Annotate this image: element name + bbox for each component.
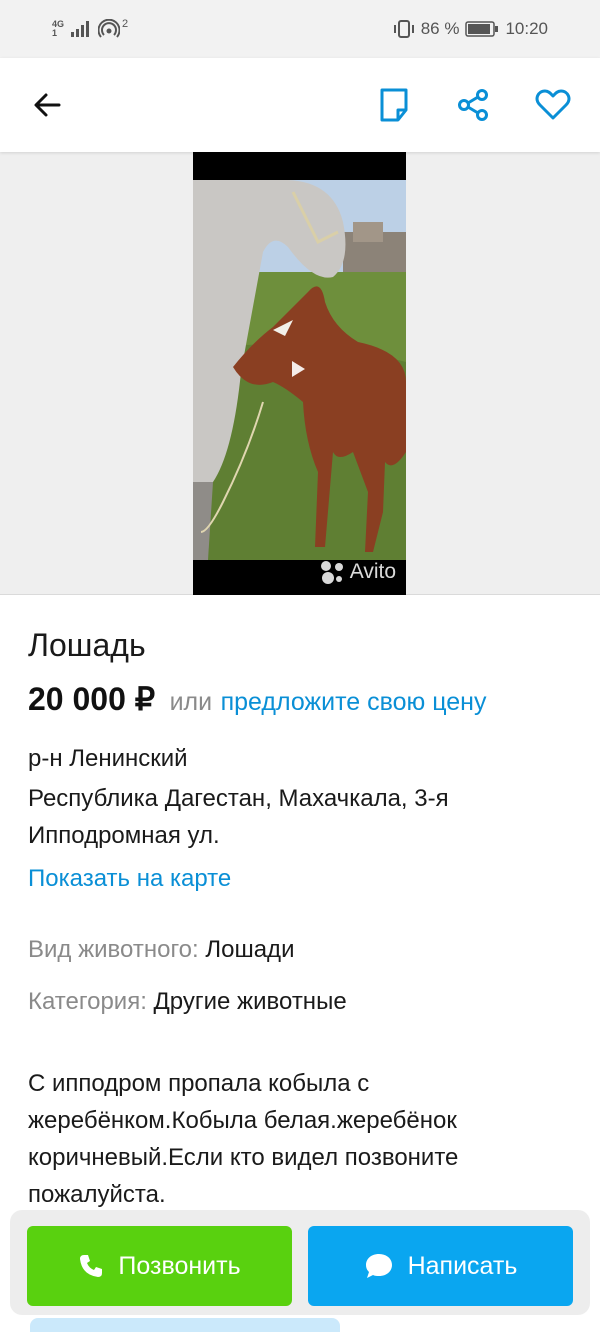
param-value: Другие животные xyxy=(153,988,347,1015)
favorite-button[interactable] xyxy=(533,85,573,125)
hotspot-icon xyxy=(98,19,121,38)
avito-logo-icon xyxy=(320,561,343,584)
address-district: р-н Ленинский xyxy=(28,745,188,772)
video-preview[interactable]: Avito xyxy=(193,152,406,595)
offer-price-link[interactable]: предложите свою цену xyxy=(221,688,487,716)
signal-icon xyxy=(71,21,90,37)
param-label: Вид животного: xyxy=(28,936,199,963)
address-city: Республика Дагестан, Махачкала, 3-я xyxy=(28,785,449,812)
heart-icon xyxy=(535,89,571,120)
param-animal-type: Вид животного: Лошади xyxy=(28,936,294,964)
battery-percent: 86 % xyxy=(420,19,460,38)
play-button[interactable] xyxy=(288,359,308,384)
or-text: или xyxy=(169,688,213,716)
back-button[interactable] xyxy=(27,85,67,125)
listing-title: Лошадь xyxy=(28,627,146,663)
share-icon xyxy=(458,89,488,121)
status-left: 4G 1 2 xyxy=(52,18,129,39)
bottom-sheet-peek xyxy=(30,1318,340,1332)
write-button-label: Написать xyxy=(407,1251,518,1280)
phone-icon xyxy=(80,1255,103,1277)
note-button[interactable] xyxy=(374,85,414,125)
param-value: Лошади xyxy=(205,936,295,963)
hotspot-count: 2 xyxy=(122,18,129,30)
param-category: Категория: Другие животные xyxy=(28,988,347,1016)
play-icon xyxy=(292,361,305,377)
status-right: 86 % 10:20 xyxy=(393,18,548,40)
arrow-left-icon xyxy=(34,93,61,117)
clock: 10:20 xyxy=(505,19,548,38)
address-street: Ипподромная ул. xyxy=(28,822,220,849)
watermark-text: Avito xyxy=(349,560,396,583)
param-label: Категория: xyxy=(28,988,147,1015)
media-gallery[interactable]: Avito xyxy=(0,152,600,595)
avito-watermark: Avito xyxy=(319,559,396,585)
vibrate-icon xyxy=(393,20,414,38)
call-button[interactable]: Позвонить xyxy=(27,1226,292,1306)
price: 20 000 ₽ xyxy=(28,681,156,717)
chat-bubble-icon xyxy=(365,1254,392,1278)
write-button[interactable]: Написать xyxy=(308,1226,573,1306)
network-sim-label: 1 xyxy=(52,28,58,38)
show-on-map-link[interactable]: Показать на карте xyxy=(28,865,231,893)
note-icon xyxy=(380,88,408,122)
share-button[interactable] xyxy=(453,85,493,125)
network-type: 4G 1 xyxy=(52,20,64,38)
call-button-label: Позвонить xyxy=(118,1251,241,1280)
top-toolbar xyxy=(0,58,600,152)
status-bar: 4G 1 2 86 % 10:20 xyxy=(0,0,600,58)
price-row: 20 000 ₽ или предложите свою цену xyxy=(28,680,487,718)
battery-icon xyxy=(465,21,499,37)
listing-description: С ипподром пропала кобыла с жеребёнком.К… xyxy=(28,1070,459,1208)
action-bar: Позвонить Написать xyxy=(10,1210,590,1315)
